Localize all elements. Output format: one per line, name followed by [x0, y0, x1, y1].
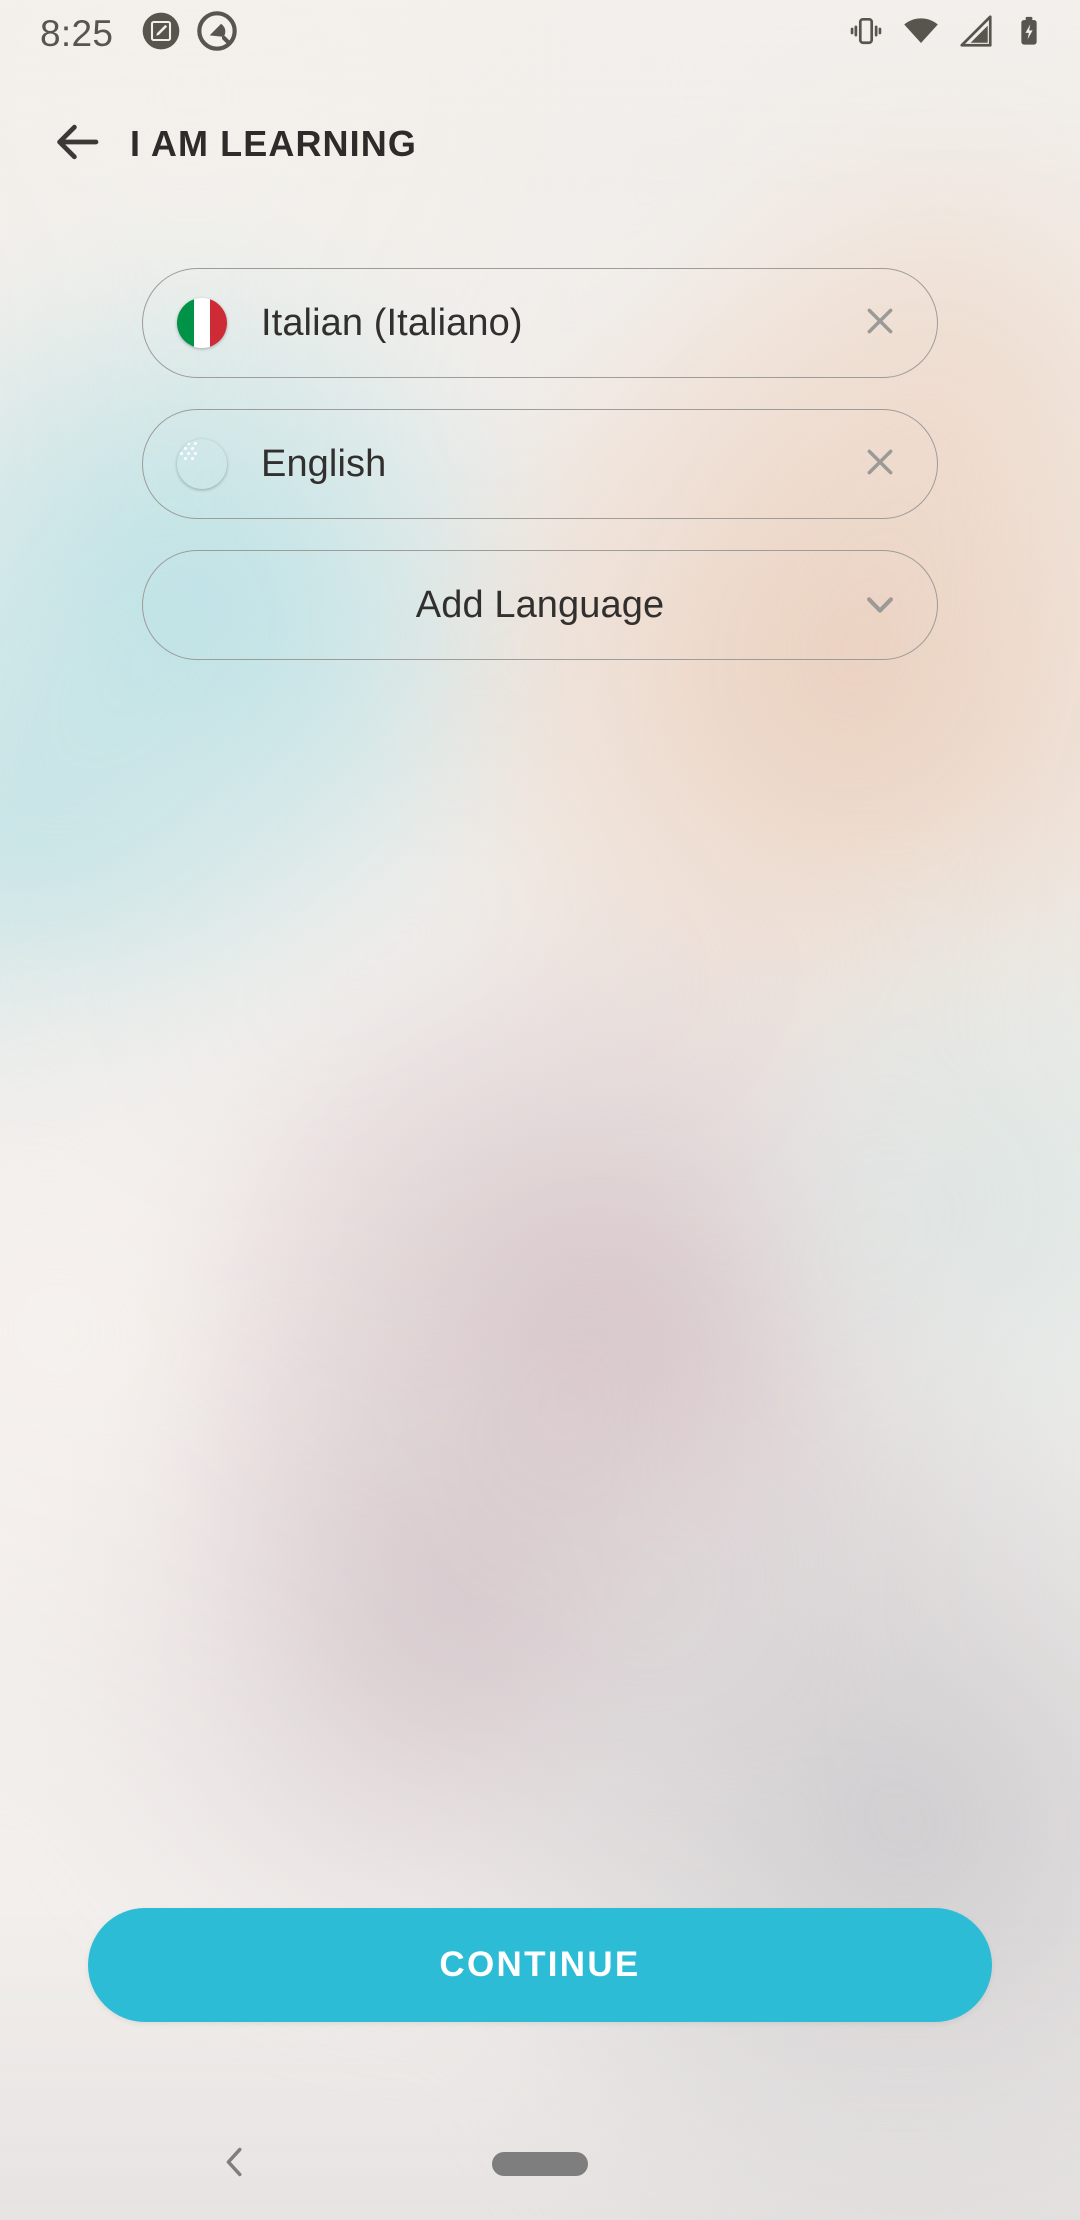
chevron-down-icon: [849, 574, 911, 636]
language-chip-label: English: [261, 442, 387, 485]
flag-italy-icon: [177, 298, 227, 348]
system-back-button[interactable]: [200, 2129, 270, 2199]
status-bar-clock: 8:25: [40, 12, 114, 54]
app-screen: 8:25 I AM LEARNING Italian (Italiano) En…: [0, 0, 1080, 2220]
chevron-left-icon: [213, 2140, 257, 2189]
continue-button-label: CONTINUE: [439, 1945, 641, 1984]
language-chip-italian[interactable]: Italian (Italiano): [142, 268, 938, 378]
battery-charging-icon: [1012, 14, 1046, 53]
system-navigation-bar: [0, 2108, 1080, 2220]
screenshot-edit-icon: [141, 11, 181, 56]
home-pill-indicator[interactable]: [492, 2152, 588, 2176]
language-list: Italian (Italiano) English Add Language: [142, 268, 938, 660]
close-icon: [860, 442, 900, 487]
arrow-left-icon: [51, 115, 105, 174]
vibrate-mode-icon: [847, 12, 885, 55]
add-language-dropdown[interactable]: Add Language: [142, 550, 938, 660]
remove-language-button[interactable]: [849, 433, 911, 495]
close-icon: [860, 301, 900, 346]
back-button[interactable]: [30, 96, 126, 192]
app-circle-icon: [197, 10, 237, 56]
language-chip-label: Italian (Italiano): [261, 301, 523, 344]
status-bar-notification-icons: [141, 10, 237, 56]
status-bar-system-icons: [847, 12, 1046, 55]
language-chip-english[interactable]: English: [142, 409, 938, 519]
page-title: I AM LEARNING: [130, 123, 417, 164]
remove-language-button[interactable]: [849, 292, 911, 354]
app-bar: I AM LEARNING: [0, 96, 1080, 192]
wifi-icon: [902, 12, 940, 55]
continue-button[interactable]: CONTINUE: [88, 1908, 992, 2022]
status-bar: 8:25: [0, 0, 1080, 66]
flag-usa-icon: [177, 439, 227, 489]
cellular-signal-icon: [957, 12, 995, 55]
add-language-label: Add Language: [415, 583, 665, 626]
